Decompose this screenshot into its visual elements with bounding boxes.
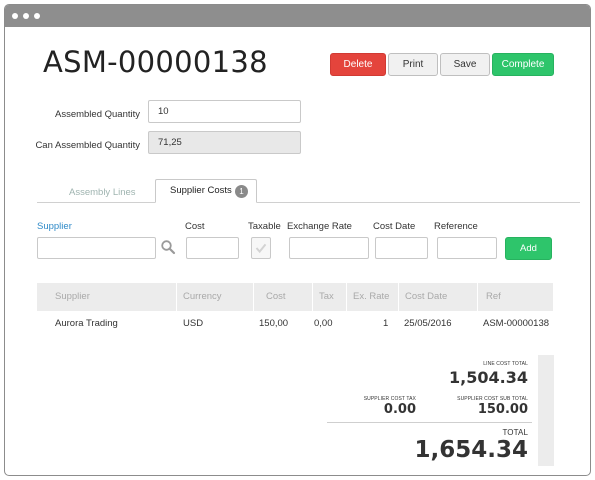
total-label: TOTAL — [502, 428, 528, 437]
column-header: Tax — [313, 283, 347, 311]
column-header: Currency — [177, 283, 254, 311]
table-cell: USD — [183, 318, 204, 329]
table-cell: 25/05/2016 — [404, 318, 452, 329]
tab-supplier-costs-label: Supplier Costs — [170, 185, 232, 196]
column-header: Ref — [486, 291, 501, 302]
column-header: Supplier — [37, 283, 177, 311]
complete-button[interactable]: Complete — [492, 53, 554, 76]
exchange-rate-input[interactable] — [289, 237, 369, 259]
taxable-label: Taxable — [248, 221, 281, 232]
totals-side-bar — [538, 355, 554, 466]
tab-assembly-lines[interactable]: Assembly Lines — [69, 187, 136, 198]
table-cell: 1 — [383, 318, 389, 329]
table-cell: ASM-00000138 — [483, 318, 550, 329]
table-cell: 0,00 — [314, 318, 333, 329]
window-titlebar — [5, 5, 590, 27]
tabs-divider — [37, 202, 580, 203]
supplier-input[interactable] — [37, 237, 156, 259]
app-window: ASM-00000138 Delete Print Save Complete … — [4, 4, 591, 476]
cost-input[interactable] — [186, 237, 239, 259]
table-cell: Aurora Trading — [55, 318, 118, 329]
table-cell: 150,00 — [259, 318, 289, 329]
page-title: ASM-00000138 — [43, 45, 268, 79]
supplier-label: Supplier — [37, 221, 72, 232]
print-button[interactable]: Print — [388, 53, 438, 76]
taxable-checkbox[interactable] — [251, 237, 271, 259]
column-header: Cost — [254, 283, 313, 311]
window-dot-icon — [34, 13, 40, 19]
column-header: Cost Date — [399, 283, 478, 311]
tab-supplier-costs[interactable]: Supplier Costs 1 — [155, 179, 257, 203]
table-header: Supplier Currency Cost Tax Ex. Rate Cost… — [37, 283, 553, 311]
window-dot-icon — [12, 13, 18, 19]
search-icon[interactable] — [160, 239, 176, 255]
assembled-quantity-label: Assembled Quantity — [54, 109, 140, 120]
can-assembled-quantity-field: 71,25 — [148, 131, 301, 154]
check-icon — [255, 243, 267, 254]
cost-date-label: Cost Date — [373, 221, 416, 232]
save-button[interactable]: Save — [440, 53, 490, 76]
column-header: Ex. Rate — [347, 283, 399, 311]
totals-divider — [327, 422, 532, 423]
reference-label: Reference — [434, 221, 478, 232]
line-cost-total-label: LINE COST TOTAL — [483, 361, 528, 367]
cost-date-input[interactable] — [375, 237, 428, 259]
supplier-costs-count-badge: 1 — [235, 185, 248, 198]
window-dot-icon — [23, 13, 29, 19]
supplier-cost-tax-value: 0.00 — [383, 402, 416, 417]
can-assembled-quantity-label: Can Assembled Quantity — [35, 140, 140, 151]
assembled-quantity-input[interactable]: 10 — [148, 100, 301, 123]
delete-button[interactable]: Delete — [330, 53, 386, 76]
add-button[interactable]: Add — [505, 237, 552, 260]
exchange-rate-label: Exchange Rate — [287, 221, 352, 232]
line-cost-total-value: 1,504.34 — [449, 368, 528, 387]
supplier-cost-sub-total-value: 150.00 — [477, 402, 528, 417]
total-value: 1,654.34 — [414, 437, 529, 463]
reference-input[interactable] — [437, 237, 497, 259]
cost-label: Cost — [185, 221, 205, 232]
